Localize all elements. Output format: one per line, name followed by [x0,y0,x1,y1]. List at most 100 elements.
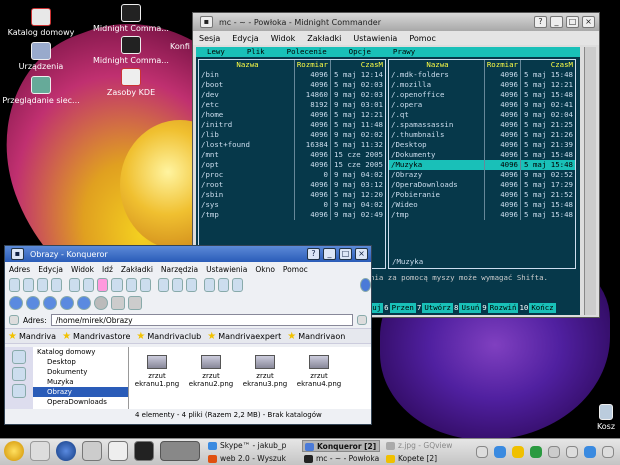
view-mode-icon[interactable] [51,278,63,292]
file-row[interactable]: /root 4096 9 maj 03:12 [199,180,385,190]
desktop-icon-trash[interactable]: Kosz [586,404,620,431]
gear-icon[interactable] [360,278,372,292]
mc-titlebar[interactable]: ▪ mc - ~ - Powłoka - Midnight Commander … [193,13,599,31]
maximize-icon[interactable]: □ [566,16,579,28]
tray-icon[interactable] [584,446,596,458]
print-icon[interactable] [111,296,125,310]
office-icon[interactable] [108,441,128,461]
stop-icon[interactable] [97,278,109,292]
file-row[interactable]: /bin 4096 5 maj 12:14 [199,70,385,80]
file-row[interactable]: /mnt 4096 15 cze 2005 [199,150,385,160]
konqueror-window[interactable]: ▪ Obrazy - Konqueror ? _ □ × Adres Edycj… [4,245,372,425]
tree-item[interactable]: Muzyka [33,377,128,387]
fkey-9[interactable]: 9 Rozwiń [481,303,519,313]
cut-icon[interactable] [111,278,123,292]
column-name[interactable]: Nazwa [199,60,295,70]
help-icon[interactable]: ? [307,248,320,260]
menu-window[interactable]: Okno [251,265,279,274]
file-row[interactable]: /OperaDownloads 4096 5 maj 17:29 [389,180,575,190]
desktop-icon-home[interactable]: Katalog domowy [0,8,86,37]
menu-go[interactable]: Idź [98,265,117,274]
file-row[interactable]: /.spamassassin 4096 5 maj 21:25 [389,120,575,130]
mc-menu-right[interactable]: Prawy [382,47,426,57]
column-time[interactable]: CzasM [331,60,385,70]
column-time[interactable]: CzasM [521,60,575,70]
start-menu-icon[interactable] [4,441,24,461]
tray-icon[interactable] [512,446,524,458]
tree-item[interactable]: Katalog domowy [33,347,128,357]
bookmark-item[interactable]: ★ Mandrivaexpert [204,331,284,342]
zoom-icon[interactable] [128,296,142,310]
settings-icon[interactable] [30,441,50,461]
fkey-6[interactable]: 6 Przen [383,303,416,313]
menu-view[interactable]: Widok [67,265,98,274]
mc-menu-file[interactable]: Plik [236,47,276,57]
file-row[interactable]: /tmp 4096 5 maj 15:48 [389,210,575,220]
file-row[interactable]: /Obrazy 4096 9 maj 02:52 [389,170,575,180]
task-kopete[interactable]: Kopete [2] [384,453,468,465]
close-icon[interactable]: × [355,248,368,260]
tray-icon[interactable] [548,446,560,458]
menu-view[interactable]: Widok [265,34,302,43]
task-konqueror[interactable]: Konqueror [2] [302,440,380,452]
up-icon[interactable] [43,296,57,310]
mc-menu-left[interactable]: Lewy [196,47,236,57]
bookmark-item[interactable]: ★ Mandriva [5,331,59,342]
task-mc[interactable]: mc - ~ - Powłoka [302,453,380,465]
tray-icon[interactable] [566,446,578,458]
maximize-icon[interactable]: □ [339,248,352,260]
file-row[interactable]: /tmp 4096 9 maj 02:49 [199,210,385,220]
tray-icon[interactable] [494,446,506,458]
tree-item[interactable]: Desktop [33,357,128,367]
file-row[interactable]: /Wideo 4096 5 maj 15:48 [389,200,575,210]
tray-icon[interactable] [476,446,488,458]
file-row[interactable]: /.thumbnails 4096 5 maj 21:26 [389,130,575,140]
file-view[interactable]: zrzut ekranu1.png zrzut ekranu2.png zrzut … [129,347,371,409]
bookmark-item[interactable]: ★ Mandrivaon [284,331,348,342]
fkey-7[interactable]: 7 Utwórz [416,303,454,313]
terminal-scrollbar[interactable] [584,47,596,315]
view-icon[interactable] [217,278,229,292]
file-item[interactable]: zrzut ekranu3.png [241,355,289,401]
file-row[interactable]: /Dokumenty 4096 5 maj 15:48 [389,150,575,160]
file-row[interactable]: /home 4096 5 maj 12:21 [199,110,385,120]
file-row[interactable]: /dev 14860 9 maj 02:03 [199,90,385,100]
go-icon[interactable] [357,315,367,325]
task-web[interactable]: web 2.0 - Wyszuk [206,453,300,465]
fkey-10[interactable]: 10 Kończ [518,303,556,313]
file-row[interactable]: /etc 8192 9 maj 03:01 [199,100,385,110]
file-row[interactable]: /sbin 4096 5 maj 12:20 [199,190,385,200]
copy-icon[interactable] [125,278,137,292]
file-row[interactable]: /initrd 4096 5 maj 11:48 [199,120,385,130]
menu-edit[interactable]: Edycja [226,34,264,43]
file-row[interactable]: /.openoffice 4096 5 maj 15:48 [389,90,575,100]
menu-settings[interactable]: Ustawienia [347,34,403,43]
view-mode-icon[interactable] [23,278,35,292]
back-icon[interactable] [9,296,23,310]
file-row[interactable]: /boot 4096 5 maj 02:03 [199,80,385,90]
file-row[interactable]: /.opera 4096 9 maj 02:41 [389,100,575,110]
desktop-icon-mc1[interactable]: Midnight Comma... [86,4,176,33]
tree-item[interactable]: Obrazy [33,387,128,397]
column-size[interactable]: Rozmiar [295,60,331,70]
mail-icon[interactable] [82,441,102,461]
reload-icon[interactable] [77,296,91,310]
file-row[interactable]: /proc 0 9 maj 04:02 [199,170,385,180]
desktop-pager[interactable] [160,441,200,461]
file-row[interactable]: /lib 4096 9 maj 02:02 [199,130,385,140]
tree-item[interactable]: OperaDownloads [33,397,128,407]
menu-help[interactable]: Pomoc [403,34,442,43]
forward-icon[interactable] [26,296,40,310]
stop-icon[interactable] [94,296,108,310]
file-item[interactable]: zrzut ekranu2.png [187,355,235,401]
reload-icon[interactable] [83,278,95,292]
file-row[interactable]: /sys 0 9 maj 04:02 [199,200,385,210]
menu-help[interactable]: Pomoc [279,265,312,274]
zoom-in-icon[interactable] [171,278,183,292]
right-panel[interactable]: Nazwa Rozmiar CzasM /.mdk-folders 4096 5 m… [388,59,576,269]
file-row[interactable]: /.mozilla 4096 5 maj 12:21 [389,80,575,90]
file-row[interactable]: /opt 4096 15 cze 2005 [199,160,385,170]
mc-menu-command[interactable]: Polecenie [276,47,338,57]
file-row[interactable]: /Desktop 4096 5 maj 21:39 [389,140,575,150]
column-name[interactable]: Nazwa [389,60,485,70]
